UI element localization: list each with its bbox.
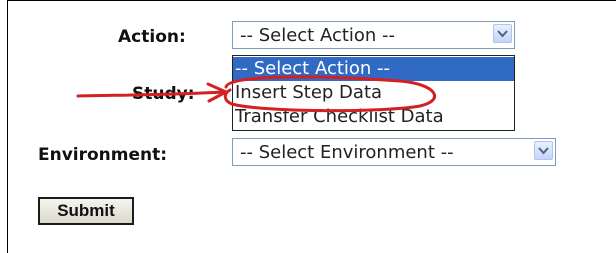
dropdown-option-insert-step-data[interactable]: Insert Step Data: [233, 81, 382, 105]
dropdown-option-transfer-checklist-data[interactable]: Transfer Checklist Data: [233, 105, 444, 129]
study-label: Study:: [132, 84, 195, 104]
environment-dropdown-button[interactable]: [534, 141, 553, 160]
environment-select-value: -- Select Environment --: [240, 142, 454, 163]
environment-select[interactable]: -- Select Environment --: [232, 138, 556, 166]
dropdown-option-select-action[interactable]: -- Select Action --: [233, 57, 514, 81]
environment-label: Environment:: [38, 145, 168, 165]
action-dropdown-list[interactable]: -- Select Action -- Insert Step Data Tra…: [232, 55, 515, 131]
submit-button[interactable]: Submit: [38, 197, 134, 225]
action-label: Action:: [118, 27, 186, 47]
action-dropdown-button[interactable]: [493, 24, 512, 43]
action-select-value: -- Select Action --: [240, 25, 396, 46]
action-select[interactable]: -- Select Action --: [232, 21, 515, 49]
